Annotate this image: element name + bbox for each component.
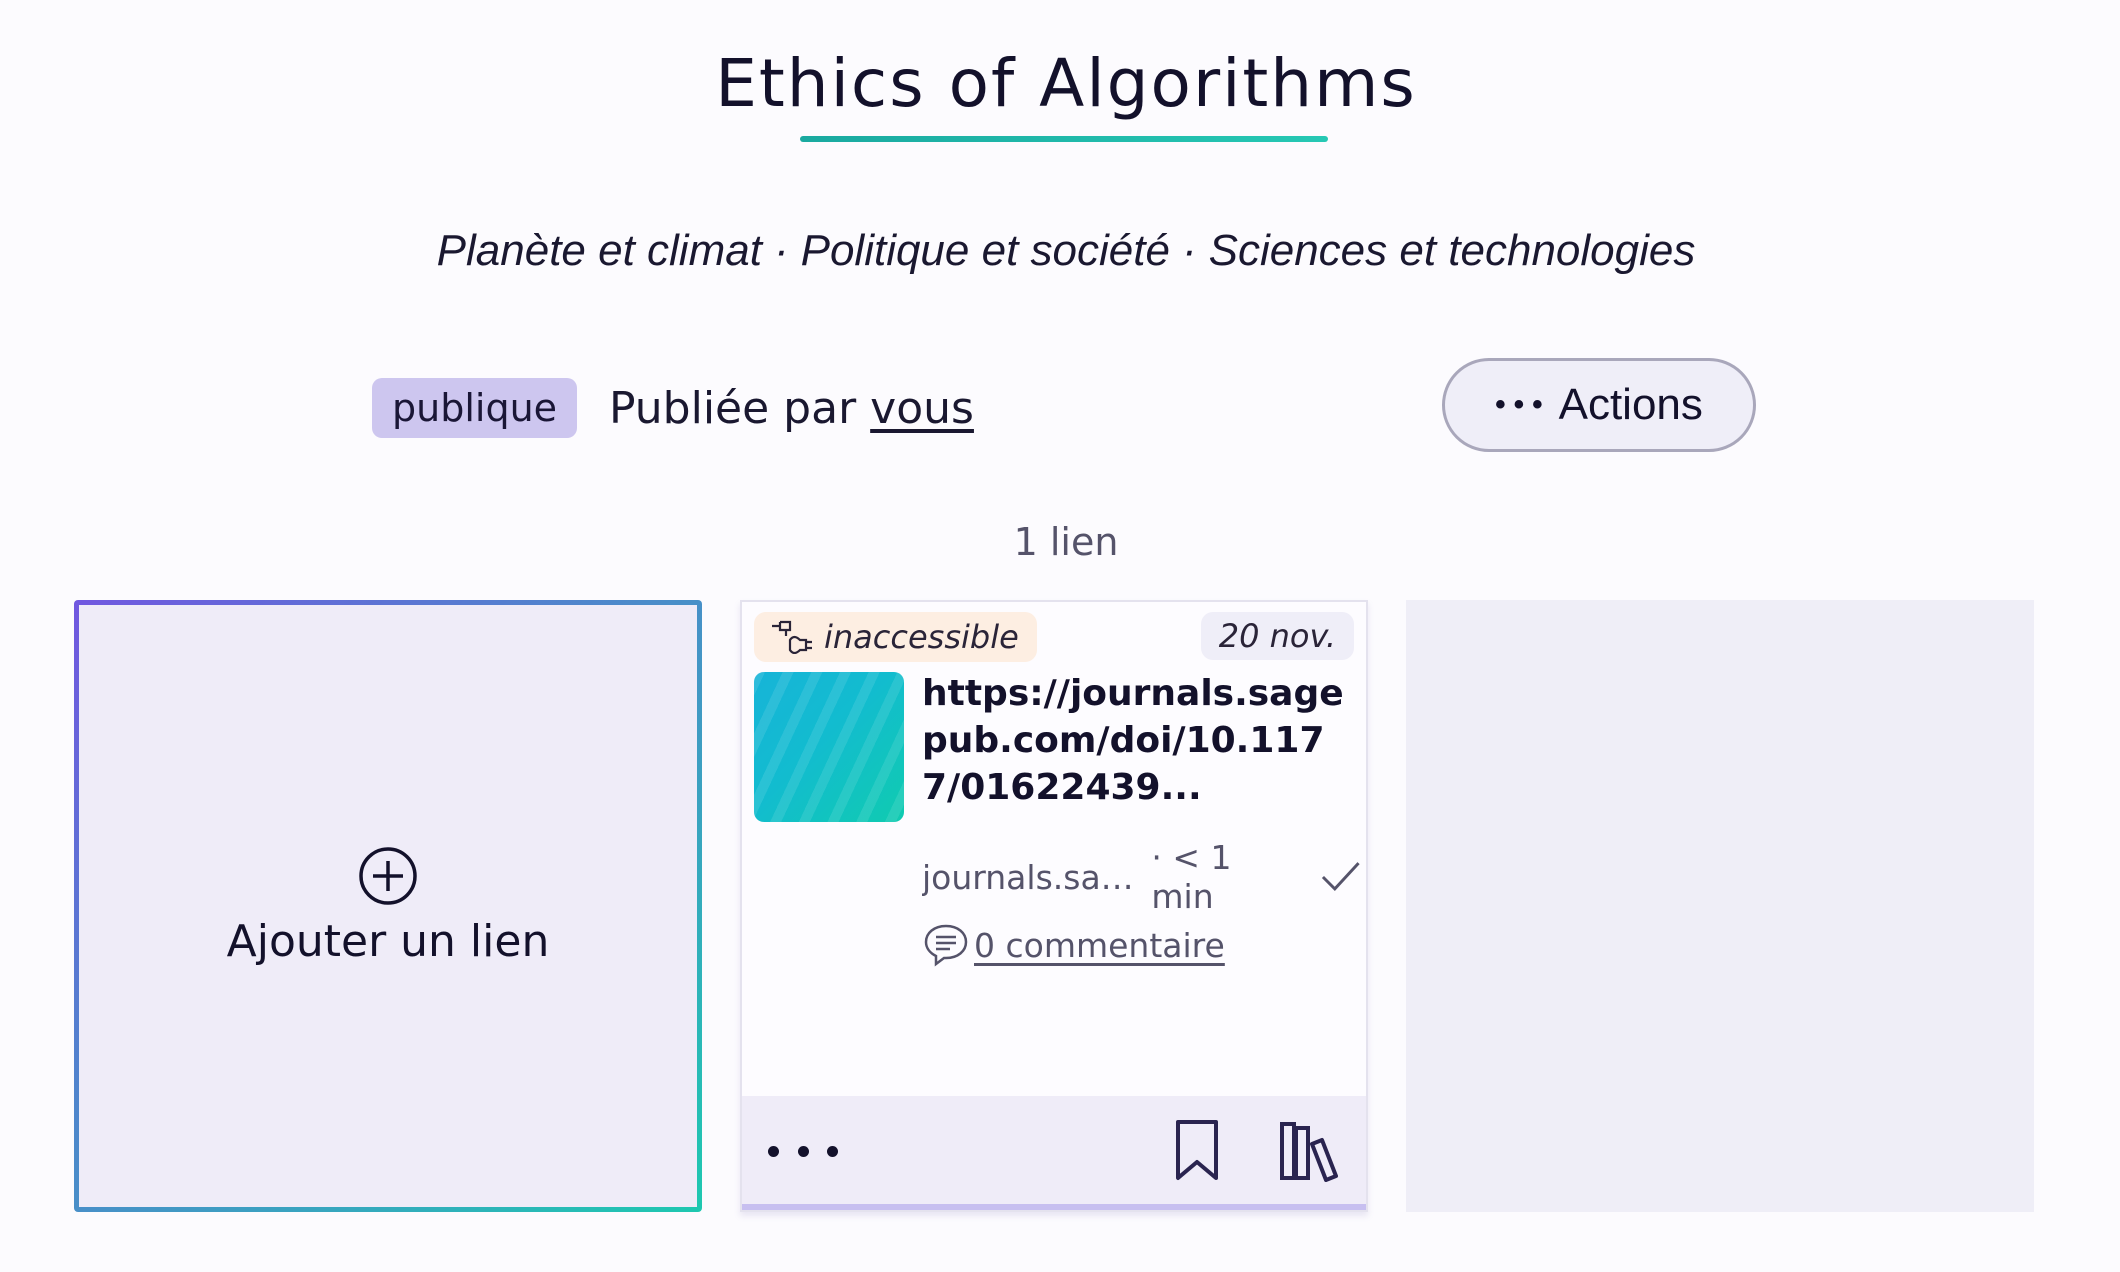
check-icon[interactable] bbox=[1319, 857, 1363, 897]
topic-item[interactable]: Planète et climat bbox=[437, 226, 762, 275]
link-title[interactable]: https://journals.sagepub.com/doi/10.1177… bbox=[922, 670, 1356, 811]
reading-time: · < 1 min bbox=[1151, 838, 1232, 916]
date-badge: 20 nov. bbox=[1200, 612, 1354, 660]
status-label: inaccessible bbox=[824, 618, 1019, 656]
empty-card-placeholder bbox=[1406, 600, 2034, 1212]
card-footer bbox=[742, 1096, 1366, 1208]
comments-link[interactable]: 0 commentaire bbox=[922, 920, 1225, 970]
actions-button[interactable]: ••• Actions bbox=[1442, 358, 1756, 452]
link-card: inaccessible 20 nov. https://journals.sa… bbox=[740, 600, 1368, 1212]
actions-label: Actions bbox=[1558, 380, 1703, 429]
plus-circle-icon bbox=[359, 846, 417, 905]
add-link-card[interactable]: Ajouter un lien bbox=[74, 600, 702, 1212]
status-badge: inaccessible bbox=[754, 612, 1037, 662]
topic-item[interactable]: Politique et société bbox=[801, 226, 1170, 275]
collection-meta: publique Publiée par vous bbox=[372, 372, 974, 444]
link-domain: journals.sag... bbox=[922, 857, 1152, 897]
unplugged-icon bbox=[772, 620, 812, 654]
published-by: Publiée par vous bbox=[609, 383, 974, 434]
more-icon[interactable] bbox=[768, 1126, 838, 1176]
link-count: 1 lien bbox=[1013, 520, 1119, 564]
add-link-label: Ajouter un lien bbox=[226, 915, 550, 967]
bookmark-icon[interactable] bbox=[1174, 1118, 1220, 1182]
collection-page: Ethics of Algorithms Planète et climat · P… bbox=[0, 0, 2120, 1272]
title-wrapper: Ethics of Algorithms bbox=[0, 45, 2120, 122]
page-title: Ethics of Algorithms bbox=[715, 45, 1417, 122]
more-icon: ••• bbox=[1495, 388, 1551, 421]
link-thumbnail[interactable] bbox=[754, 672, 904, 822]
library-icon[interactable] bbox=[1278, 1118, 1342, 1182]
topic-item[interactable]: Sciences et technologies bbox=[1209, 226, 1696, 275]
published-prefix: Publiée par bbox=[609, 382, 857, 434]
topic-separator: · bbox=[1181, 226, 1197, 275]
comments-label: 0 commentaire bbox=[974, 925, 1225, 965]
comment-icon bbox=[924, 924, 968, 967]
link-meta: journals.sag... · < 1 min bbox=[922, 838, 1363, 916]
topic-separator: · bbox=[773, 226, 789, 275]
title-underline bbox=[800, 136, 1328, 142]
author-link[interactable]: vous bbox=[870, 383, 974, 434]
visibility-badge: publique bbox=[372, 378, 578, 438]
topics-list: Planète et climat · Politique et société · S… bbox=[0, 226, 2120, 276]
card-accent-line bbox=[742, 1204, 1366, 1210]
